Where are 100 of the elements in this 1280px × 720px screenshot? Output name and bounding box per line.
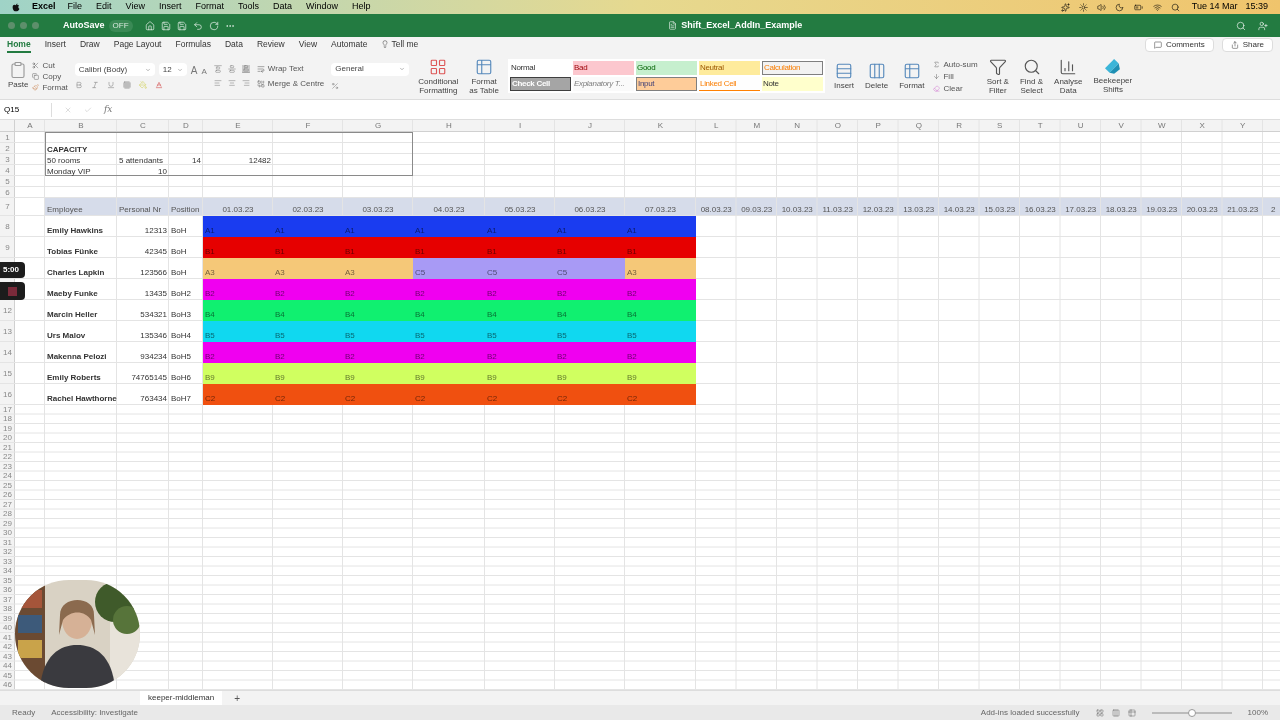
row-number[interactable]: 3: [5, 155, 10, 164]
font-size-field[interactable]: 12: [158, 63, 187, 76]
column-header[interactable]: U: [1077, 122, 1084, 130]
fill-button[interactable]: Fill: [933, 71, 978, 81]
sheet-tab[interactable]: keeper-middleman: [140, 691, 223, 705]
sort-filter-button[interactable]: Sort & Filter: [984, 57, 1011, 95]
row-number[interactable]: 45: [3, 671, 12, 680]
row-number[interactable]: 34: [3, 567, 12, 576]
column-header[interactable]: Q: [915, 122, 922, 130]
menu-item[interactable]: Edit: [96, 0, 112, 14]
column-header[interactable]: M: [753, 122, 761, 130]
row-number[interactable]: 22: [3, 453, 12, 462]
row-number[interactable]: 32: [3, 548, 12, 557]
menu-item[interactable]: Help: [352, 0, 371, 14]
column-header[interactable]: G: [374, 122, 382, 130]
row-number[interactable]: 24: [3, 472, 12, 481]
menu-item[interactable]: Tools: [237, 0, 259, 14]
zoom-slider[interactable]: [1151, 711, 1232, 714]
merge-centre-button[interactable]: Merge & Centre: [256, 79, 325, 88]
ribbon-tab[interactable]: Review: [256, 37, 285, 53]
row-number[interactable]: 33: [3, 557, 12, 566]
accessibility-status[interactable]: Accessibility: Investigate: [51, 706, 138, 719]
row-number[interactable]: 26: [3, 491, 12, 500]
column-header[interactable]: L: [714, 122, 719, 130]
column-header[interactable]: W: [1157, 122, 1166, 130]
row-number[interactable]: 14: [3, 348, 12, 357]
column-header[interactable]: C: [140, 122, 146, 130]
find-select-button[interactable]: Find & Select: [1017, 57, 1046, 95]
row-number[interactable]: 4: [5, 166, 10, 175]
column-header[interactable]: J: [588, 122, 592, 130]
column-header[interactable]: D: [183, 122, 189, 130]
cell-style[interactable]: Calculation: [762, 61, 823, 75]
row-number[interactable]: 16: [3, 390, 12, 399]
cell-style[interactable]: Note: [762, 77, 823, 91]
wrap-text-button[interactable]: Wrap Text: [256, 64, 325, 73]
ribbon-tab[interactable]: Data: [224, 37, 243, 53]
row-number[interactable]: 30: [3, 529, 12, 538]
grow-font-button[interactable]: A: [190, 66, 198, 76]
column-header[interactable]: R: [956, 122, 963, 130]
ribbon-tab[interactable]: Automate: [331, 37, 368, 53]
font-field[interactable]: Calibri (Body): [74, 63, 155, 76]
row-number[interactable]: 25: [3, 481, 12, 490]
auto-sum-button[interactable]: Auto-sum: [933, 59, 978, 69]
column-header[interactable]: N: [794, 122, 801, 130]
row-number[interactable]: 18: [3, 415, 12, 424]
row-number[interactable]: 28: [3, 510, 12, 519]
menu-date[interactable]: Tue 14 Mar: [1191, 0, 1238, 14]
analyse-data-button[interactable]: Analyse Data: [1052, 57, 1085, 95]
column-header[interactable]: V: [1118, 122, 1124, 130]
row-number[interactable]: 35: [3, 576, 12, 585]
row-number[interactable]: 41: [3, 633, 12, 642]
row-number[interactable]: 12: [3, 306, 12, 315]
apple-logo-icon[interactable]: [12, 2, 20, 12]
row-number[interactable]: 23: [3, 462, 12, 471]
row-number[interactable]: 7: [5, 203, 10, 211]
cell-style[interactable]: Explanatory T...: [573, 77, 634, 91]
column-header[interactable]: O: [834, 122, 841, 130]
zoom-level[interactable]: 100%: [1247, 706, 1268, 719]
ribbon-tab[interactable]: Tell me: [381, 37, 419, 53]
column-header[interactable]: F: [305, 122, 311, 130]
row-number[interactable]: 19: [3, 424, 12, 433]
row-number[interactable]: 36: [3, 586, 12, 595]
conditional-formatting-button[interactable]: Conditional Formatting: [416, 57, 461, 95]
row-number[interactable]: 29: [3, 519, 12, 528]
menu-item[interactable]: View: [125, 0, 145, 14]
share-button[interactable]: Share: [1221, 38, 1273, 52]
column-header[interactable]: S: [997, 122, 1003, 130]
row-number[interactable]: 21: [3, 443, 12, 452]
autosave-toggle[interactable]: OFF: [108, 19, 133, 32]
row-number[interactable]: 38: [3, 605, 12, 614]
row-number[interactable]: 43: [3, 652, 12, 661]
cut-button[interactable]: Cut: [32, 60, 68, 70]
row-number[interactable]: 31: [3, 538, 12, 547]
row-number[interactable]: 5: [5, 177, 10, 186]
column-header[interactable]: T: [1037, 122, 1043, 130]
menu-item[interactable]: File: [67, 0, 83, 14]
app-menu[interactable]: Excel: [32, 0, 56, 14]
insert-cells-button[interactable]: Insert: [832, 62, 856, 90]
shrink-font-button[interactable]: A: [201, 68, 207, 76]
ribbon-tab[interactable]: Formulas: [175, 37, 211, 53]
row-number[interactable]: 1: [5, 133, 10, 142]
row-number[interactable]: 42: [3, 643, 12, 652]
row-number[interactable]: 46: [3, 681, 12, 690]
row-number[interactable]: 27: [3, 500, 12, 509]
add-sheet-button[interactable]: +: [234, 690, 241, 706]
clear-button[interactable]: Clear: [933, 83, 978, 93]
menu-time[interactable]: 15:39: [1245, 0, 1268, 14]
row-number[interactable]: 40: [3, 624, 12, 633]
cell-style[interactable]: Check Cell: [510, 77, 571, 91]
cell-style[interactable]: Input: [636, 77, 697, 91]
row-number[interactable]: 20: [3, 434, 12, 443]
row-number[interactable]: 37: [3, 595, 12, 604]
row-number[interactable]: 9: [5, 243, 10, 252]
number-format-field[interactable]: General: [331, 62, 410, 76]
name-box[interactable]: Q15: [0, 102, 52, 117]
column-header[interactable]: Y: [1240, 122, 1246, 130]
menu-item[interactable]: Insert: [158, 0, 182, 14]
comments-button[interactable]: Comments: [1144, 38, 1214, 52]
beekeeper-shifts-button[interactable]: Beekeeper Shifts: [1091, 58, 1135, 94]
format-cells-button[interactable]: Format: [897, 62, 927, 90]
